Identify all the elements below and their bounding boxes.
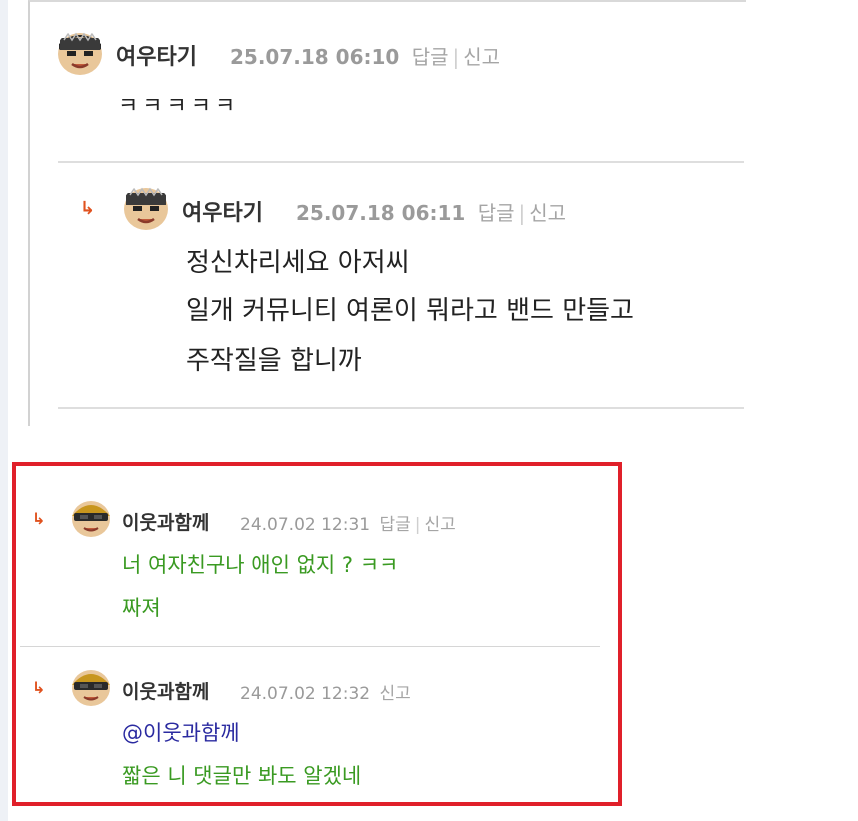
meta-separator: | [452,45,460,69]
comment-body-line: 짜져 [122,596,161,620]
comment-meta: 24.07.02 12:31 답글 | 신고 [240,510,456,535]
comment-timestamp: 24.07.02 12:32 [240,684,371,704]
report-link[interactable]: 신고 [529,201,566,225]
comment-divider [58,407,744,409]
meta-separator: | [414,515,421,535]
comment-timestamp: 25.07.18 06:11 [296,201,466,225]
comment-body-line: 일개 커뮤니티 여론이 뭐라고 밴드 만들고 [186,296,634,326]
report-link[interactable]: 신고 [380,684,411,704]
report-link[interactable]: 신고 [463,45,500,69]
comment-nickname[interactable]: 여우타기 [182,195,263,227]
comment-meta: 25.07.18 06:11 답글 | 신고 [296,197,566,226]
comment-timestamp: 25.07.18 06:10 [230,45,400,69]
comment-page: 여우타기 25.07.18 06:10 답글 | 신고 ㅋㅋㅋㅋㅋ ↳ 여우타기 2… [0,0,858,821]
avatar-icon[interactable] [70,667,112,707]
comment-body-line: 정신차리세요 아저씨 [186,248,410,278]
avatar-icon[interactable] [70,498,112,538]
reply-link[interactable]: 답글 [478,201,515,225]
comment-divider [58,161,744,163]
reply-link[interactable]: 답글 [412,45,449,69]
comment-mention[interactable]: @이웃과함께 [122,717,240,747]
comment-divider [20,646,600,647]
reply-arrow-icon: ↳ [32,678,46,697]
comment-nickname[interactable]: 이웃과함께 [122,508,209,535]
comment-body-line: 주작질을 합니까 [186,346,362,376]
comment-timestamp: 24.07.02 12:31 [240,515,371,535]
comment-body-line: 너 여자친구나 애인 없지 ? ㅋㅋ [122,553,399,577]
comment-meta: 25.07.18 06:10 답글 | 신고 [230,41,500,70]
left-strip [0,0,8,821]
avatar-icon[interactable] [56,30,104,76]
comment-nickname[interactable]: 이웃과함께 [122,677,209,704]
reply-arrow-icon: ↳ [80,198,96,219]
avatar-icon[interactable] [122,185,170,231]
report-link[interactable]: 신고 [425,515,456,535]
reply-arrow-icon: ↳ [32,509,46,528]
comment-body-line: 짧은 니 댓글만 봐도 알겠네 [122,764,362,788]
meta-separator: | [518,201,526,225]
reply-link[interactable]: 답글 [380,515,411,535]
comment-meta: 24.07.02 12:32 신고 [240,679,411,704]
comment-body: ㅋㅋㅋㅋㅋ [118,94,240,119]
comment-nickname[interactable]: 여우타기 [116,39,197,71]
